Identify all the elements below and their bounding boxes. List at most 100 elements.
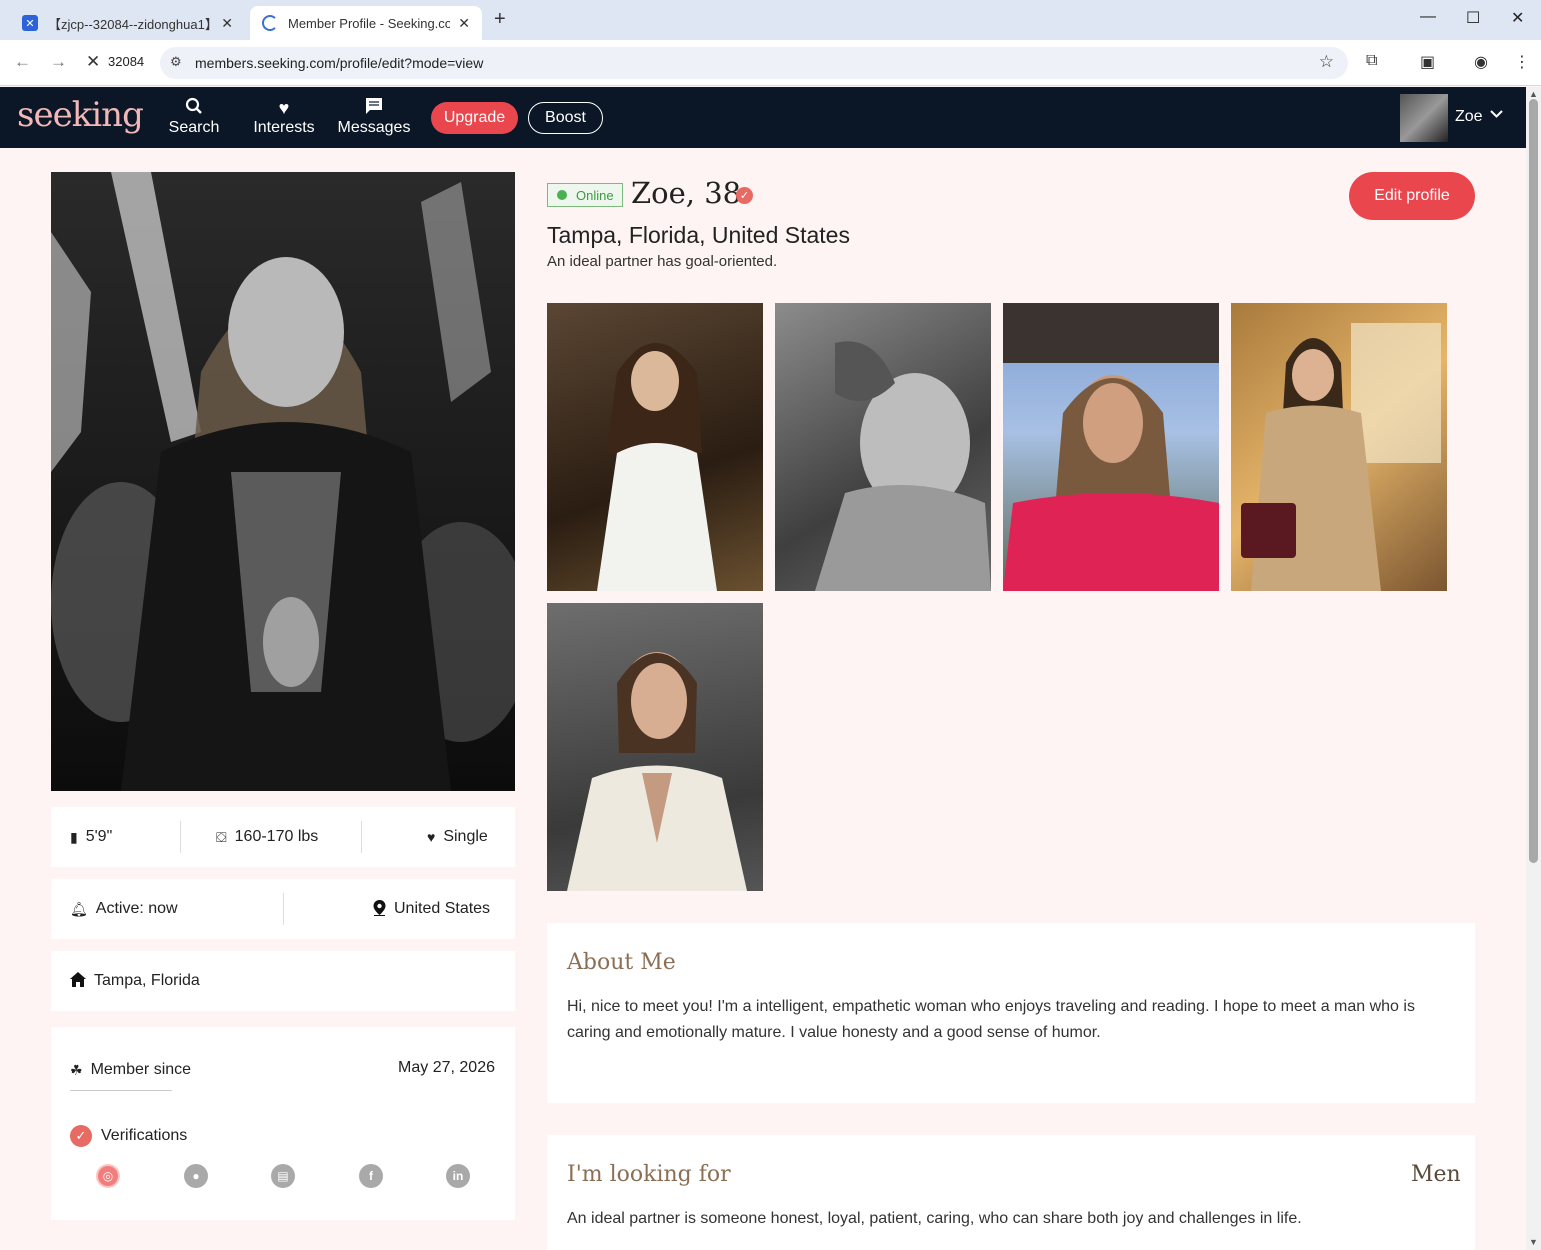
looking-for-title: I'm looking for: [567, 1162, 731, 1187]
relationship-value: Single: [443, 828, 488, 845]
cast-search-icon[interactable]: ▣: [1420, 52, 1435, 72]
scroll-thumb[interactable]: [1529, 99, 1538, 863]
about-me-text: Hi, nice to meet you! I'm a intelligent,…: [567, 998, 1415, 1041]
chat-icon: [336, 97, 412, 119]
online-dot-icon: [557, 190, 567, 200]
window-close-icon[interactable]: ✕: [1511, 8, 1524, 28]
divider: [283, 893, 284, 925]
photo-verification-icon[interactable]: ◎: [96, 1164, 120, 1188]
bookmark-star-icon[interactable]: ☆: [1319, 52, 1334, 72]
gallery-photo[interactable]: [1231, 303, 1447, 591]
member-since-row: ☘ Member since: [70, 1040, 191, 1100]
address-bar: ← → ✕ 32084 ⚙ members.seeking.com/profil…: [0, 40, 1541, 86]
members-icon: ☘: [70, 1061, 83, 1078]
underline-divider: [70, 1090, 172, 1091]
verified-badge-icon: ✓: [736, 187, 753, 204]
heart-icon: ♥: [427, 829, 436, 845]
member-since-date: May 27, 2026: [398, 1059, 495, 1076]
height-value: 5'9": [85, 828, 113, 845]
profile-verification-icon[interactable]: ●: [184, 1164, 208, 1188]
ruler-icon: ▮: [70, 828, 78, 845]
weight-stat: ⛋ 160-170 lbs: [216, 807, 318, 867]
nav-search[interactable]: Search: [168, 97, 220, 137]
browser-tab[interactable]: ✕ 【zjcp--32084--zidonghua1】 ✕: [10, 6, 245, 40]
chevron-down-icon[interactable]: [1490, 107, 1503, 123]
search-icon: [168, 97, 220, 119]
status-badge: Online: [547, 183, 623, 207]
stop-loading-icon[interactable]: ✕: [86, 52, 100, 72]
extensions-icon[interactable]: ⧉: [1366, 52, 1377, 70]
active-stat: 🔔︎ Active: now: [70, 879, 178, 939]
member-since-label: Member since: [90, 1061, 192, 1078]
hometown-value: Tampa, Florida: [94, 972, 200, 989]
main-profile-photo[interactable]: [51, 172, 515, 791]
gallery-photo[interactable]: [775, 303, 991, 591]
scale-icon: ⛋: [216, 828, 227, 845]
boost-button[interactable]: Boost: [528, 102, 603, 134]
membership-card: ☘ Member since May 27, 2026 ✓ Verificati…: [51, 1027, 515, 1220]
gallery-photo[interactable]: [1003, 303, 1219, 591]
linkedin-icon[interactable]: in: [446, 1164, 470, 1188]
verifications-label: Verifications: [101, 1127, 188, 1144]
nav-label: Messages: [337, 119, 411, 136]
seeking-logo[interactable]: seeking: [17, 95, 144, 135]
verified-check-icon: ✓: [70, 1125, 92, 1147]
close-tab-icon[interactable]: ✕: [458, 15, 470, 32]
tab-title: 【zjcp--32084--zidonghua1】: [48, 16, 214, 32]
nav-interests[interactable]: ♥ Interests: [252, 97, 316, 137]
edit-profile-button[interactable]: Edit profile: [1349, 172, 1475, 220]
looking-for-card: [547, 1135, 1475, 1250]
profile-tagline: An ideal partner has goal-oriented.: [547, 253, 778, 270]
activity-card: 🔔︎ Active: now United States: [51, 879, 515, 939]
gallery-photo[interactable]: [547, 303, 763, 591]
site-header: seeking Search ♥ Interests Messages Upgr…: [0, 87, 1541, 148]
weight-value: 160-170 lbs: [234, 828, 319, 845]
location-pin-icon: [373, 899, 386, 919]
back-icon[interactable]: ←: [14, 52, 31, 72]
active-value: Active: now: [95, 900, 178, 917]
scroll-up-icon[interactable]: ▲: [1529, 89, 1538, 99]
minimize-icon[interactable]: —: [1420, 8, 1436, 26]
facebook-icon[interactable]: f: [359, 1164, 383, 1188]
country-stat: United States: [373, 879, 490, 939]
gallery-photo[interactable]: [547, 603, 763, 891]
looking-for-target: Men: [1411, 1162, 1461, 1187]
upgrade-button[interactable]: Upgrade: [431, 102, 518, 134]
close-tab-icon[interactable]: ✕: [221, 15, 233, 32]
home-icon: [70, 972, 86, 990]
url-field[interactable]: ⚙ members.seeking.com/profile/edit?mode=…: [160, 47, 1348, 79]
nav-messages[interactable]: Messages: [336, 97, 412, 137]
divider: [361, 821, 362, 853]
about-me-title: About Me: [567, 950, 676, 975]
app-favicon-icon: ✕: [22, 15, 38, 31]
verifications-row: ✓ Verifications: [70, 1106, 187, 1166]
maximize-icon[interactable]: ☐: [1466, 8, 1480, 28]
height-stat: ▮ 5'9": [70, 807, 112, 867]
menu-kebab-icon[interactable]: ⋮: [1514, 52, 1530, 72]
new-tab-icon[interactable]: +: [494, 8, 506, 31]
id-verification-icon[interactable]: ▤: [271, 1164, 295, 1188]
stats-card: ▮ 5'9" ⛋ 160-170 lbs ♥ Single: [51, 807, 515, 867]
profile-name-age: Zoe, 38: [631, 176, 742, 210]
relationship-stat: ♥ Single: [427, 807, 488, 867]
user-name[interactable]: Zoe: [1455, 108, 1483, 126]
hometown-card: Tampa, Florida: [51, 951, 515, 1011]
hometown-stat: Tampa, Florida: [70, 951, 200, 1011]
browser-tab-active[interactable]: Member Profile - Seeking.com ✕: [250, 6, 482, 40]
profile-icon[interactable]: ◉: [1474, 52, 1488, 72]
forward-icon[interactable]: →: [50, 52, 67, 72]
browser-tab-bar: ✕ 【zjcp--32084--zidonghua1】 ✕ Member Pro…: [0, 0, 1541, 40]
nav-label: Interests: [253, 119, 315, 136]
avatar[interactable]: [1400, 94, 1448, 142]
scroll-down-icon[interactable]: ▼: [1529, 1237, 1538, 1247]
page-scrollbar[interactable]: ▲ ▼: [1526, 87, 1541, 1250]
site-info-icon[interactable]: ⚙: [170, 54, 182, 70]
country-value: United States: [394, 900, 491, 917]
loading-spinner-icon: [262, 15, 278, 31]
tab-title: Member Profile - Seeking.com: [288, 15, 451, 31]
divider: [180, 821, 181, 853]
profile-location: Tampa, Florida, United States: [547, 222, 850, 248]
status-label: Online: [576, 187, 614, 203]
url-text[interactable]: members.seeking.com/profile/edit?mode=vi…: [195, 55, 483, 71]
looking-for-text: An ideal partner is someone honest, loya…: [567, 1210, 1302, 1227]
